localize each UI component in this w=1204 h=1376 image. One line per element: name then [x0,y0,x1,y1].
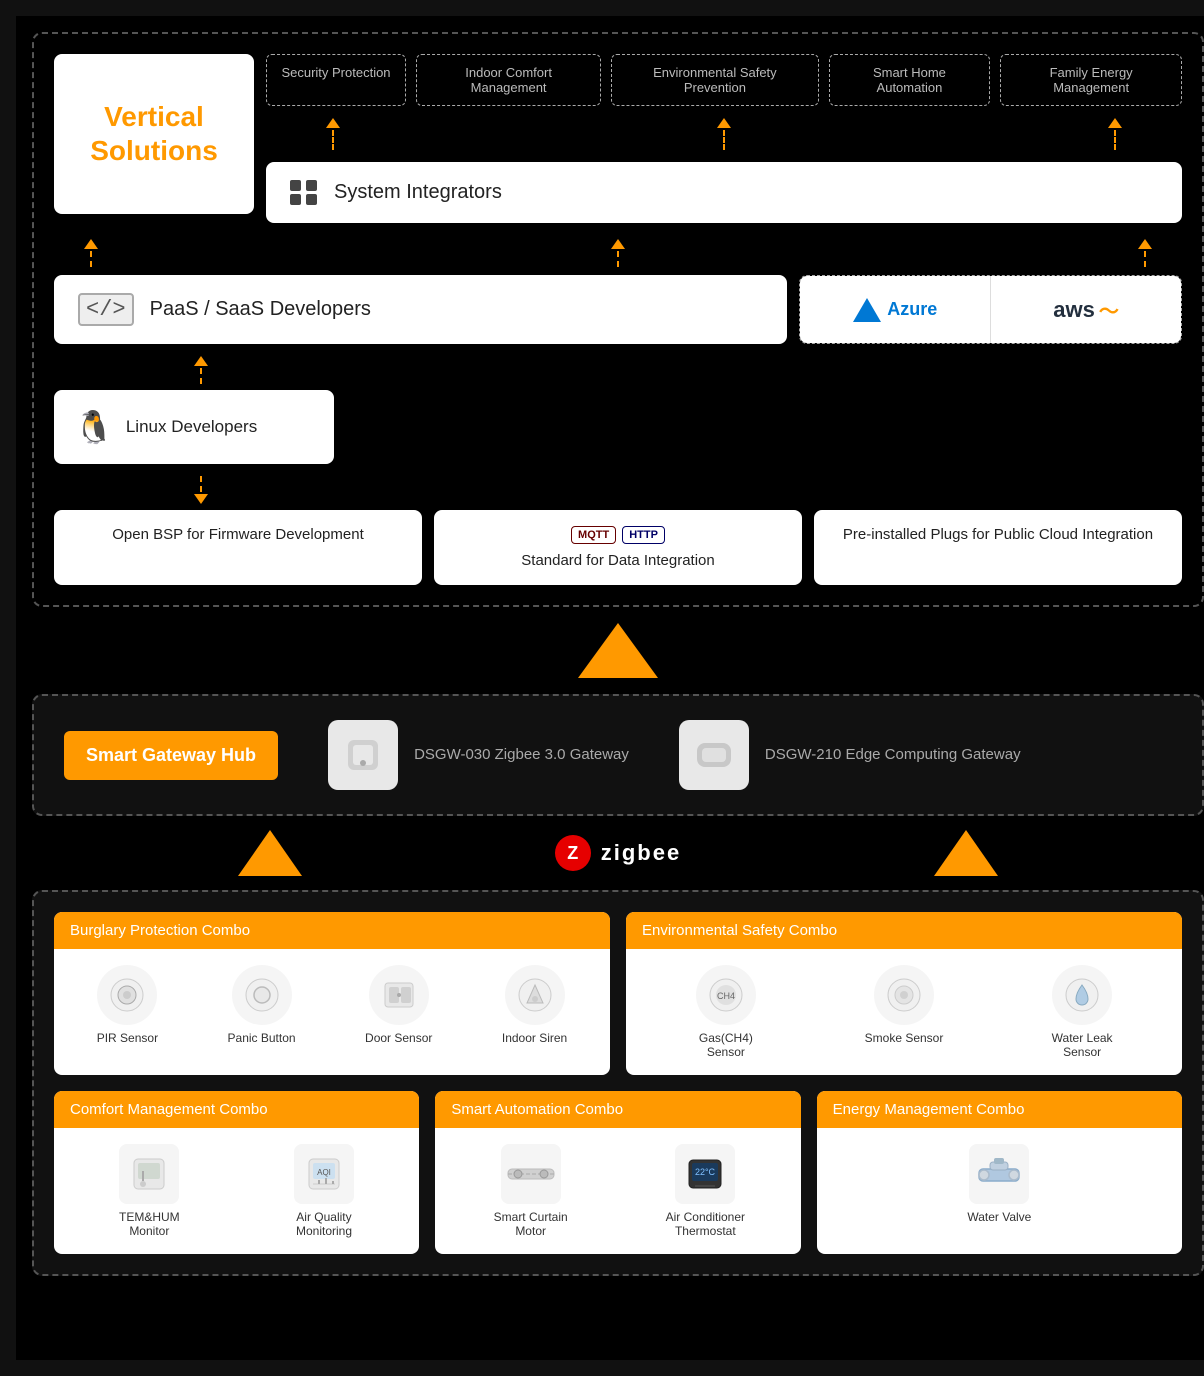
energy-combo-header: Energy Management Combo [817,1091,1182,1128]
environmental-combo: Environmental Safety Combo CH4 Gas(CH4) … [626,912,1182,1075]
standard-label: Standard for Data Integration [521,552,714,569]
tem-hum-icon [119,1144,179,1204]
cloud-box: Azure aws 〜 [799,275,1182,344]
indoor-siren-icon [505,965,565,1025]
gas-sensor-icon: CH4 [696,965,756,1025]
code-icon: </> [78,293,134,326]
category-indoor: Indoor Comfort Management [416,54,601,106]
arrow-up-linux [194,356,208,384]
category-security: Security Protection [266,54,406,106]
zigbee-logo: Z zigbee [555,835,681,871]
ac-thermostat-icon: 22°C [675,1144,735,1204]
gateway-device-2-icon [679,720,749,790]
category-smart-home: Smart Home Automation [829,54,991,106]
gateway-device-2-name: DSGW-210 Edge Computing Gateway [765,744,1021,767]
pre-installed-box: Pre-installed Plugs for Public Cloud Int… [814,510,1182,585]
air-quality-icon: AQI [294,1144,354,1204]
pir-sensor: PIR Sensor [97,965,158,1045]
water-valve-icon [969,1144,1029,1204]
grid-icon [290,180,318,205]
tem-hum-monitor: TEM&HUM Monitor [104,1144,194,1238]
air-quality-monitor: AQI Air Quality Monitoring [279,1144,369,1238]
water-valve: Water Valve [967,1144,1031,1224]
system-integrators-label: System Integrators [334,181,502,204]
arrow-up-center [717,118,731,150]
svg-text:AQI: AQI [317,1168,331,1177]
indoor-siren: Indoor Siren [502,965,567,1045]
vertical-solutions-title: Vertical Solutions [70,100,238,167]
panic-button-icon [232,965,292,1025]
standard-box: MQTT HTTP Standard for Data Integration [434,510,802,585]
arrow-up-right-zigbee [934,830,998,876]
aws-box: aws 〜 [991,276,1181,343]
arrow-up-paas [611,239,625,267]
svg-text:22°C: 22°C [695,1167,716,1177]
arrow-down-linux [194,476,208,504]
azure-logo: Azure [853,298,937,322]
large-arrow-up [578,623,658,678]
gateway-device-2: DSGW-210 Edge Computing Gateway [679,720,1021,790]
svg-text:CH4: CH4 [717,991,735,1001]
environmental-combo-header: Environmental Safety Combo [626,912,1182,949]
door-sensor-icon [369,965,429,1025]
comfort-combo-header: Comfort Management Combo [54,1091,419,1128]
paas-label: PaaS / SaaS Developers [150,298,371,321]
smart-automation-header: Smart Automation Combo [435,1091,800,1128]
gas-sensor: CH4 Gas(CH4) Sensor [681,965,771,1059]
burglary-combo-header: Burglary Protection Combo [54,912,610,949]
energy-combo: Energy Management Combo Wat [817,1091,1182,1254]
gateway-label: Smart Gateway Hub [64,731,278,780]
curtain-motor-icon [501,1144,561,1204]
paas-box: </> PaaS / SaaS Developers [54,275,787,344]
info-boxes-row: Open BSP for Firmware Development MQTT H… [54,510,1182,585]
aws-smile: 〜 [1099,295,1119,324]
linux-icon: 🐧 [74,408,114,446]
curtain-motor: Smart Curtain Motor [486,1144,576,1238]
gateway-device-1: DSGW-030 Zigbee 3.0 Gateway [328,720,629,790]
door-sensor: Door Sensor [365,965,432,1045]
arrow-up-right [1108,118,1122,150]
aws-logo: aws 〜 [1053,295,1119,324]
http-badge: HTTP [622,526,665,544]
linux-box: 🐧 Linux Developers [54,390,334,464]
comfort-combo: Comfort Management Combo TEM&HUM Monitor [54,1091,419,1254]
smoke-sensor-icon [874,965,934,1025]
arrow-up-bsp [84,239,98,267]
mqtt-badge: MQTT [571,526,616,544]
zigbee-label: zigbee [601,840,681,866]
protocol-icons: MQTT HTTP [571,526,665,544]
water-leak-sensor-icon [1052,965,1112,1025]
arrow-up-cloud [1138,239,1152,267]
gateway-device-1-icon [328,720,398,790]
open-bsp-box: Open BSP for Firmware Development [54,510,422,585]
arrow-up-left [326,118,340,150]
panic-button: Panic Button [228,965,296,1045]
gateway-device-1-name: DSGW-030 Zigbee 3.0 Gateway [414,744,629,767]
azure-box: Azure [800,276,991,343]
arrow-up-left-zigbee [238,830,302,876]
pre-installed-label: Pre-installed Plugs for Public Cloud Int… [843,526,1153,543]
pir-sensor-icon [97,965,157,1025]
linux-label: Linux Developers [126,417,257,437]
category-family-energy: Family Energy Management [1000,54,1182,106]
smart-automation-combo: Smart Automation Combo Smart Curtain Mot… [435,1091,800,1254]
zigbee-z-icon: Z [555,835,591,871]
category-environmental: Environmental Safety Prevention [611,54,818,106]
smoke-sensor: Smoke Sensor [865,965,944,1059]
system-integrators-box: System Integrators [266,162,1182,223]
ac-thermostat: 22°C Air Conditioner Thermostat [660,1144,750,1238]
water-leak-sensor: Water Leak Sensor [1037,965,1127,1059]
burglary-combo: Burglary Protection Combo PIR Sensor [54,912,610,1075]
open-bsp-label: Open BSP for Firmware Development [112,526,364,543]
